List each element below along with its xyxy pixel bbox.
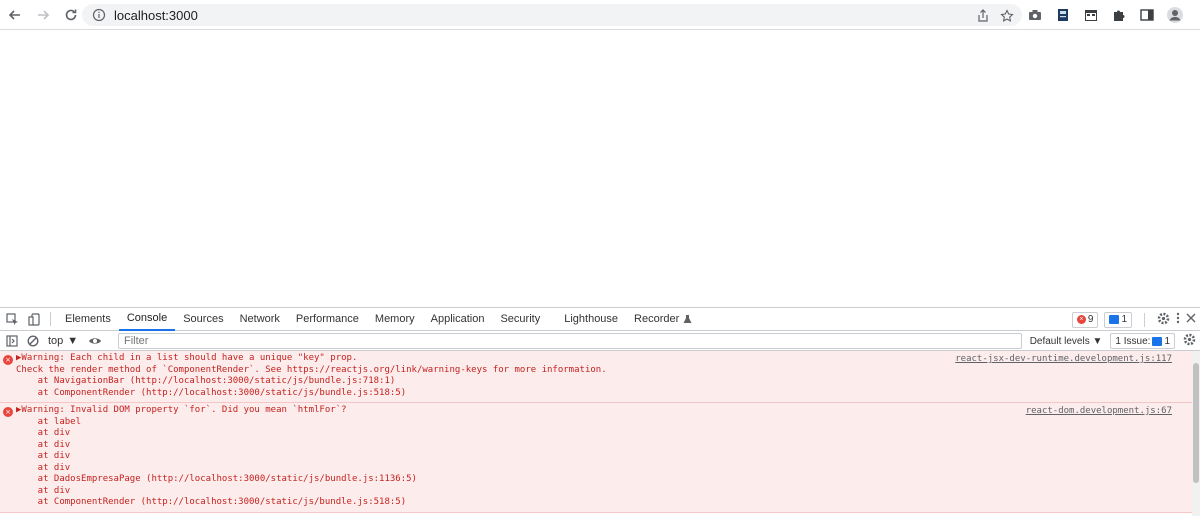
message-line: at div <box>16 439 71 450</box>
menu-kebab-icon[interactable] <box>1194 6 1200 24</box>
forward-icon[interactable] <box>30 2 56 28</box>
error-circle-icon: × <box>3 407 13 417</box>
info-icon[interactable] <box>92 8 106 22</box>
log-levels-label: Default levels <box>1029 335 1090 347</box>
browser-toolbar: localhost:3000 <box>0 0 1200 30</box>
devtools-tabbar: Elements Console Sources Network Perform… <box>0 308 1200 331</box>
address-bar[interactable]: localhost:3000 <box>82 4 1022 26</box>
info-count: 1 <box>1121 314 1127 325</box>
url-text: localhost:3000 <box>114 7 198 23</box>
console-toolbar: top ▼ Default levels ▼ 1 Issue: 1 <box>0 331 1200 351</box>
info-count-badge[interactable]: 1 <box>1104 311 1132 328</box>
message-icon <box>1109 315 1120 324</box>
source-link[interactable]: react-jsx-dev-runtime.development.js:117 <box>955 354 1172 364</box>
calendar-extension-icon[interactable] <box>1082 6 1100 24</box>
extensions-puzzle-icon[interactable] <box>1110 6 1128 24</box>
console-message[interactable]: × ▶Warning: Each child in a list should … <box>0 351 1200 403</box>
tab-recorder-label: Recorder <box>634 313 680 325</box>
message-line: at label <box>16 416 82 427</box>
error-circle-icon: × <box>3 355 13 365</box>
share-icon[interactable] <box>974 7 992 25</box>
issues-label: 1 Issue: <box>1115 335 1151 347</box>
tab-sources[interactable]: Sources <box>175 308 231 331</box>
error-count-badge[interactable]: × 9 <box>1071 311 1099 328</box>
log-levels-dropdown[interactable]: Default levels ▼ <box>1030 336 1103 347</box>
reload-icon[interactable] <box>58 2 84 28</box>
message-line: at ComponentRender (http://localhost:300… <box>16 497 407 507</box>
message-line: at NavigationBar (http://localhost:3000/… <box>16 376 396 386</box>
document-extension-icon[interactable] <box>1054 6 1072 24</box>
dropdown-triangle-icon: ▼ <box>1092 335 1103 347</box>
message-line: at ComponentRender (http://localhost:300… <box>16 387 407 398</box>
message-line: at div <box>16 485 71 496</box>
back-icon[interactable] <box>2 2 28 28</box>
context-selector[interactable]: top ▼ <box>48 335 78 347</box>
profile-avatar-icon[interactable] <box>1166 6 1184 24</box>
device-toolbar-icon[interactable] <box>24 309 44 329</box>
settings-gear-icon[interactable] <box>1157 312 1170 328</box>
scrollbar-thumb[interactable] <box>1193 363 1199 483</box>
show-sidebar-icon[interactable] <box>3 332 21 350</box>
issues-button[interactable]: 1 Issue: 1 <box>1110 333 1175 349</box>
message-line: at div <box>16 428 71 438</box>
side-panel-icon[interactable] <box>1138 6 1156 24</box>
dropdown-triangle-icon: ▼ <box>67 334 79 347</box>
tab-security[interactable]: Security <box>492 308 548 331</box>
flask-icon <box>683 315 692 323</box>
context-value: top <box>48 334 64 347</box>
message-line: at div <box>16 451 71 461</box>
message-line: at div <box>16 462 71 473</box>
console-settings-gear-icon[interactable] <box>1183 333 1196 349</box>
message-line: at DadosEmpresaPage (http://localhost:30… <box>16 474 417 484</box>
console-output: × ▶Warning: Each child in a list should … <box>0 351 1200 516</box>
console-scrollbar[interactable] <box>1192 351 1200 516</box>
console-message[interactable]: × ▶Warning: Invalid DOM property `for`. … <box>0 403 1200 513</box>
clear-console-icon[interactable] <box>24 332 42 350</box>
source-link[interactable]: react-dom.development.js:67 <box>1026 406 1172 416</box>
filter-input[interactable] <box>118 333 1022 349</box>
camera-extension-icon[interactable] <box>1026 6 1044 24</box>
bookmark-star-icon[interactable] <box>998 7 1016 25</box>
divider <box>1144 312 1145 327</box>
divider <box>50 312 51 326</box>
tab-application[interactable]: Application <box>423 308 493 331</box>
devtools-menu-icon[interactable] <box>1176 312 1180 327</box>
tab-elements[interactable]: Elements <box>57 308 119 331</box>
tab-performance[interactable]: Performance <box>288 308 367 331</box>
tab-recorder[interactable]: Recorder <box>626 308 700 331</box>
close-devtools-icon[interactable] <box>1186 313 1196 326</box>
eye-icon[interactable] <box>86 332 104 350</box>
inspect-element-icon[interactable] <box>2 309 22 329</box>
message-icon <box>1152 336 1163 346</box>
tab-network[interactable]: Network <box>232 308 288 331</box>
message-line[interactable]: ▶Warning: Invalid DOM property `for`. Di… <box>16 405 1172 417</box>
tab-console[interactable]: Console <box>118 308 176 331</box>
error-icon: × <box>1076 315 1086 324</box>
issues-count: 1 <box>1164 335 1170 347</box>
tab-lighthouse[interactable]: Lighthouse <box>556 308 626 331</box>
error-count: 9 <box>1087 314 1094 325</box>
tab-memory[interactable]: Memory <box>367 308 423 331</box>
message-line: Check the render method of `ComponentRen… <box>16 364 607 375</box>
